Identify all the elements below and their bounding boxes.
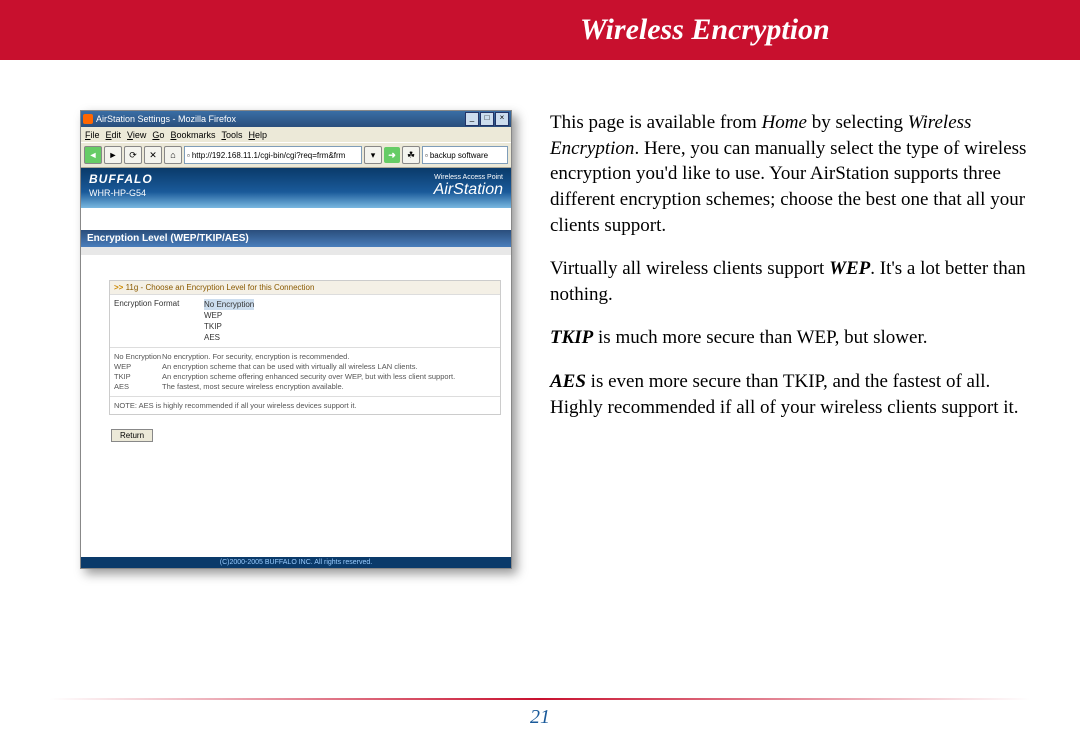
address-bar[interactable]: ▫ http://192.168.11.1/cgi-bin/cgi?req=fr… — [184, 146, 362, 164]
screenshot-column: AirStation Settings - Mozilla Firefox _ … — [80, 110, 520, 569]
desc-none-val: No encryption. For security, encryption … — [162, 352, 349, 362]
browser-titlebar: AirStation Settings - Mozilla Firefox _ … — [81, 111, 511, 127]
airstation-label: Wireless Access Point AirStation — [434, 174, 503, 199]
encryption-format-row: Encryption Format No Encryption WEP TKIP… — [110, 294, 500, 347]
description-table: No EncryptionNo encryption. For security… — [110, 347, 500, 396]
page-footer: 21 — [0, 698, 1080, 729]
menu-go[interactable]: Go — [152, 130, 164, 140]
router-page: BUFFALO WHR-HP-G54 Wireless Access Point… — [81, 168, 511, 568]
forward-button[interactable]: ► — [104, 146, 122, 164]
ap-big: AirStation — [434, 181, 503, 199]
desc-tkip-val: An encryption scheme offering enhanced s… — [162, 372, 455, 382]
section-title: Encryption Level (WEP/TKIP/AES) — [81, 230, 511, 247]
router-header: BUFFALO WHR-HP-G54 Wireless Access Point… — [81, 168, 511, 208]
address-text: http://192.168.11.1/cgi-bin/cgi?req=frm&… — [192, 151, 346, 160]
menu-tools[interactable]: Tools — [221, 130, 242, 140]
content-row: AirStation Settings - Mozilla Firefox _ … — [0, 60, 1080, 569]
return-button[interactable]: Return — [111, 429, 153, 442]
stop-button[interactable]: ✕ — [144, 146, 162, 164]
desc-none-key: No Encryption — [114, 352, 162, 362]
desc-aes-val: The fastest, most secure wireless encryp… — [162, 382, 344, 392]
go-button[interactable]: ➜ — [384, 147, 400, 163]
browser-menubar: File Edit View Go Bookmarks Tools Help — [81, 127, 511, 142]
menu-edit[interactable]: Edit — [106, 130, 122, 140]
window-title: AirStation Settings - Mozilla Firefox — [96, 114, 236, 124]
gray-band — [81, 247, 511, 255]
wep-term: WEP — [829, 258, 870, 279]
paragraph-2: Virtually all wireless clients support W… — [550, 256, 1040, 307]
footer-divider — [50, 698, 1030, 700]
menu-help[interactable]: Help — [248, 130, 267, 140]
search-text: backup software — [430, 151, 488, 160]
home-ref: Home — [762, 112, 807, 133]
close-button[interactable]: × — [495, 112, 509, 126]
option-aes[interactable]: AES — [204, 332, 254, 343]
paragraph-3: TKIP is much more secure than WEP, but s… — [550, 325, 1040, 351]
back-button[interactable]: ◄ — [84, 146, 102, 164]
note-text: NOTE: AES is highly recommended if all y… — [110, 396, 500, 414]
aes-term: AES — [550, 371, 586, 392]
minimize-button[interactable]: _ — [465, 112, 479, 126]
window-controls: _ □ × — [465, 112, 509, 126]
browser-toolbar: ◄ ► ⟳ ✕ ⌂ ▫ http://192.168.11.1/cgi-bin/… — [81, 142, 511, 168]
paragraph-4: AES is even more secure than TKIP, and t… — [550, 369, 1040, 420]
menu-file[interactable]: File — [85, 130, 100, 140]
dropdown-button[interactable]: ▾ — [364, 146, 382, 164]
menu-view[interactable]: View — [127, 130, 146, 140]
router-footer: (C)2000-2005 BUFFALO INC. All rights res… — [81, 557, 511, 568]
search-field[interactable]: ▫ backup software — [422, 146, 508, 164]
encryption-format-label: Encryption Format — [114, 299, 204, 343]
maximize-button[interactable]: □ — [480, 112, 494, 126]
browser-window: AirStation Settings - Mozilla Firefox _ … — [80, 110, 512, 569]
home-button[interactable]: ⌂ — [164, 146, 182, 164]
desc-tkip-key: TKIP — [114, 372, 162, 382]
encryption-panel: >> 11g - Choose an Encryption Level for … — [109, 280, 501, 415]
panel-title: >> 11g - Choose an Encryption Level for … — [110, 281, 500, 294]
option-tkip[interactable]: TKIP — [204, 321, 254, 332]
tkip-term: TKIP — [550, 327, 593, 348]
desc-wep-key: WEP — [114, 362, 162, 372]
option-no-encryption[interactable]: No Encryption — [204, 299, 254, 310]
encryption-options[interactable]: No Encryption WEP TKIP AES — [204, 299, 254, 343]
desc-aes-key: AES — [114, 382, 162, 392]
header-banner: Wireless Encryption — [0, 0, 1080, 60]
page-title: Wireless Encryption — [580, 13, 830, 47]
desc-wep-val: An encryption scheme that can be used wi… — [162, 362, 418, 372]
paragraph-1: This page is available from Home by sele… — [550, 110, 1040, 238]
page-number: 21 — [0, 706, 1080, 729]
arrows-icon: >> — [114, 283, 123, 292]
menu-bookmarks[interactable]: Bookmarks — [170, 130, 215, 140]
panel-title-text: 11g - Choose an Encryption Level for thi… — [126, 283, 315, 292]
tool-icon[interactable]: ☘ — [402, 146, 420, 164]
firefox-icon — [83, 114, 93, 124]
reload-button[interactable]: ⟳ — [124, 146, 142, 164]
option-wep[interactable]: WEP — [204, 310, 254, 321]
text-column: This page is available from Home by sele… — [550, 110, 1040, 569]
ap-small: Wireless Access Point — [434, 174, 503, 181]
